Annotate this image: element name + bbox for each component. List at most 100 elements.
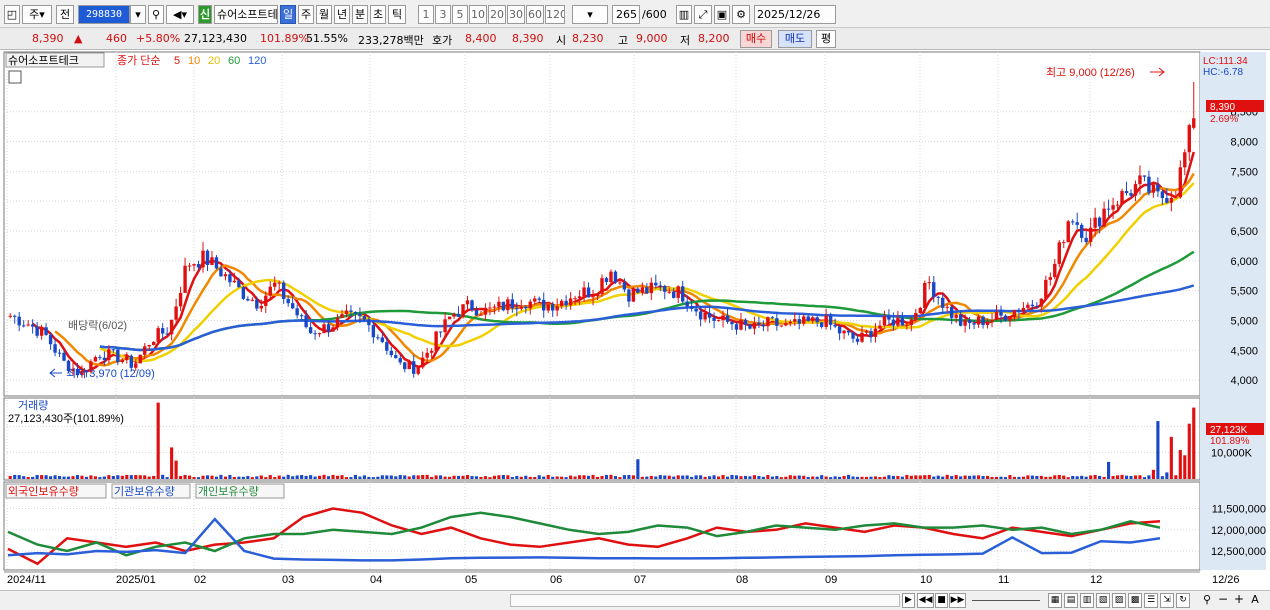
type-select[interactable]: 주▾ [22,5,52,24]
volume-bar [196,477,201,479]
period-tab-4[interactable]: 분 [352,5,368,24]
volume-bar [703,476,707,479]
options-icon[interactable]: ☰ [1144,593,1158,608]
candle-body [62,352,66,361]
gear-icon[interactable]: ⚙ [732,5,750,24]
period-tab-2[interactable]: 월 [316,5,332,24]
export-icon[interactable]: ⇲ [1160,593,1174,608]
high-label: 고 [618,34,629,47]
interval-button-20[interactable]: 20 [488,5,506,24]
toolbar: ◰ 주▾ 전 298830 ▾ ⚲ ◀▾ 신 슈어소프트테 일주월년분초틱 13… [0,0,1270,28]
save-icon[interactable]: ▣ [714,5,730,24]
candle-body [519,306,524,309]
volume-bar [546,474,550,479]
volume-bar [968,475,972,479]
print-icon[interactable]: ▨ [1112,593,1126,608]
volume-bar [519,476,523,479]
period-tab-3[interactable]: 년 [334,5,350,24]
interval-button-10[interactable]: 10 [469,5,487,24]
shin-badge[interactable]: 신 [198,5,212,24]
period-tab-0[interactable]: 일 [280,5,296,24]
volume-bar [528,476,532,479]
volume-bar [389,475,393,479]
window-icon[interactable]: ◰ [4,5,20,24]
interval-button-1[interactable]: 1 [418,5,434,24]
candle-body [13,315,17,317]
chart-svg[interactable]: 4,000 4,500 5,000 5,500 6,000 6,500 7,000 7,500… [0,50,1270,590]
refresh-icon[interactable]: ↻ [1176,593,1190,608]
crosshair-icon[interactable]: ⤢ [694,5,712,24]
volume-bar [685,475,689,479]
prev-button[interactable]: 전 [56,5,74,24]
code-dropdown-icon[interactable]: ▾ [130,5,146,24]
fastforward-icon[interactable]: ▶▶ [949,593,966,608]
buy-button[interactable]: 매수 [740,30,772,48]
candle-body [640,287,645,293]
volume-bar [1039,475,1043,479]
candle-body [380,337,385,343]
avg-button[interactable]: 평 [816,30,836,48]
volume-bar [1044,476,1048,479]
sell-button[interactable]: 매도 [778,30,812,48]
zoom-out-icon[interactable]: − [1216,593,1230,608]
chart-area[interactable]: 4,000 4,500 5,000 5,500 6,000 6,500 7,000 7,500… [0,50,1270,590]
zoom-slider[interactable] [972,600,1040,601]
interval-button-3[interactable]: 3 [435,5,451,24]
volume-bar [582,475,586,479]
candle-body [398,358,402,363]
copy-icon[interactable]: ▩ [1128,593,1142,608]
zoom-search-icon[interactable]: ⚲ [1200,593,1214,608]
grid-icon[interactable]: ▤ [1064,593,1078,608]
image-icon[interactable]: ▧ [1096,593,1110,608]
volume-bar [147,476,151,479]
zoom-in-icon[interactable]: + [1232,593,1246,608]
search-icon[interactable]: ⚲ [148,5,164,24]
interval-button-120[interactable]: 120 [545,5,565,24]
sound-icon[interactable]: ◀▾ [166,5,194,24]
candle-body [976,316,981,325]
font-size-icon[interactable]: A [1248,593,1262,608]
volume-bar [425,474,429,479]
volume-bar [57,476,62,479]
interval-dropdown[interactable]: ▾ [572,5,608,24]
candle-body [349,310,353,312]
period-tab-5[interactable]: 초 [370,5,386,24]
volume-bar [22,476,26,479]
candle-body [967,320,972,324]
layout-icon[interactable]: ▦ [1048,593,1062,608]
candle-body [1115,204,1120,206]
scroll-track[interactable] [510,594,900,607]
volume-bar [977,475,981,479]
rewind-icon[interactable]: ◀◀ [917,593,934,608]
candle-icon[interactable]: ▥ [676,5,692,24]
interval-button-60[interactable]: 60 [526,5,544,24]
candle-body [923,282,927,308]
table-icon[interactable]: ▥ [1080,593,1094,608]
volume-bar [676,475,680,479]
count-input[interactable]: 265 [612,5,640,24]
candle-body [658,285,662,287]
date-input[interactable]: 2025/12/26 [754,5,836,24]
volume-bar [1151,469,1155,479]
code-input[interactable]: 298830 [78,5,130,24]
open-value: 8,230 [572,32,604,45]
period-tab-6[interactable]: 틱 [388,5,406,24]
candle-body [282,282,286,299]
stock-name[interactable]: 슈어소프트테 [214,5,278,24]
interval-button-5[interactable]: 5 [452,5,468,24]
candle-body [1044,279,1048,299]
volume-bar [259,475,263,479]
candle-body [308,327,313,334]
stop-icon[interactable]: ■ [935,593,948,608]
candle-body [129,355,133,368]
interval-button-30[interactable]: 30 [507,5,525,24]
candle-body [680,286,685,302]
volume-bar [474,476,479,479]
candle-body [362,316,367,320]
volume-bar [434,475,438,479]
calculator-icon[interactable] [8,70,22,84]
candle-body [187,265,192,267]
scroll-right-icon[interactable]: ▶ [902,593,915,608]
period-tab-1[interactable]: 주 [298,5,314,24]
x-tick-label: 02 [194,574,206,586]
